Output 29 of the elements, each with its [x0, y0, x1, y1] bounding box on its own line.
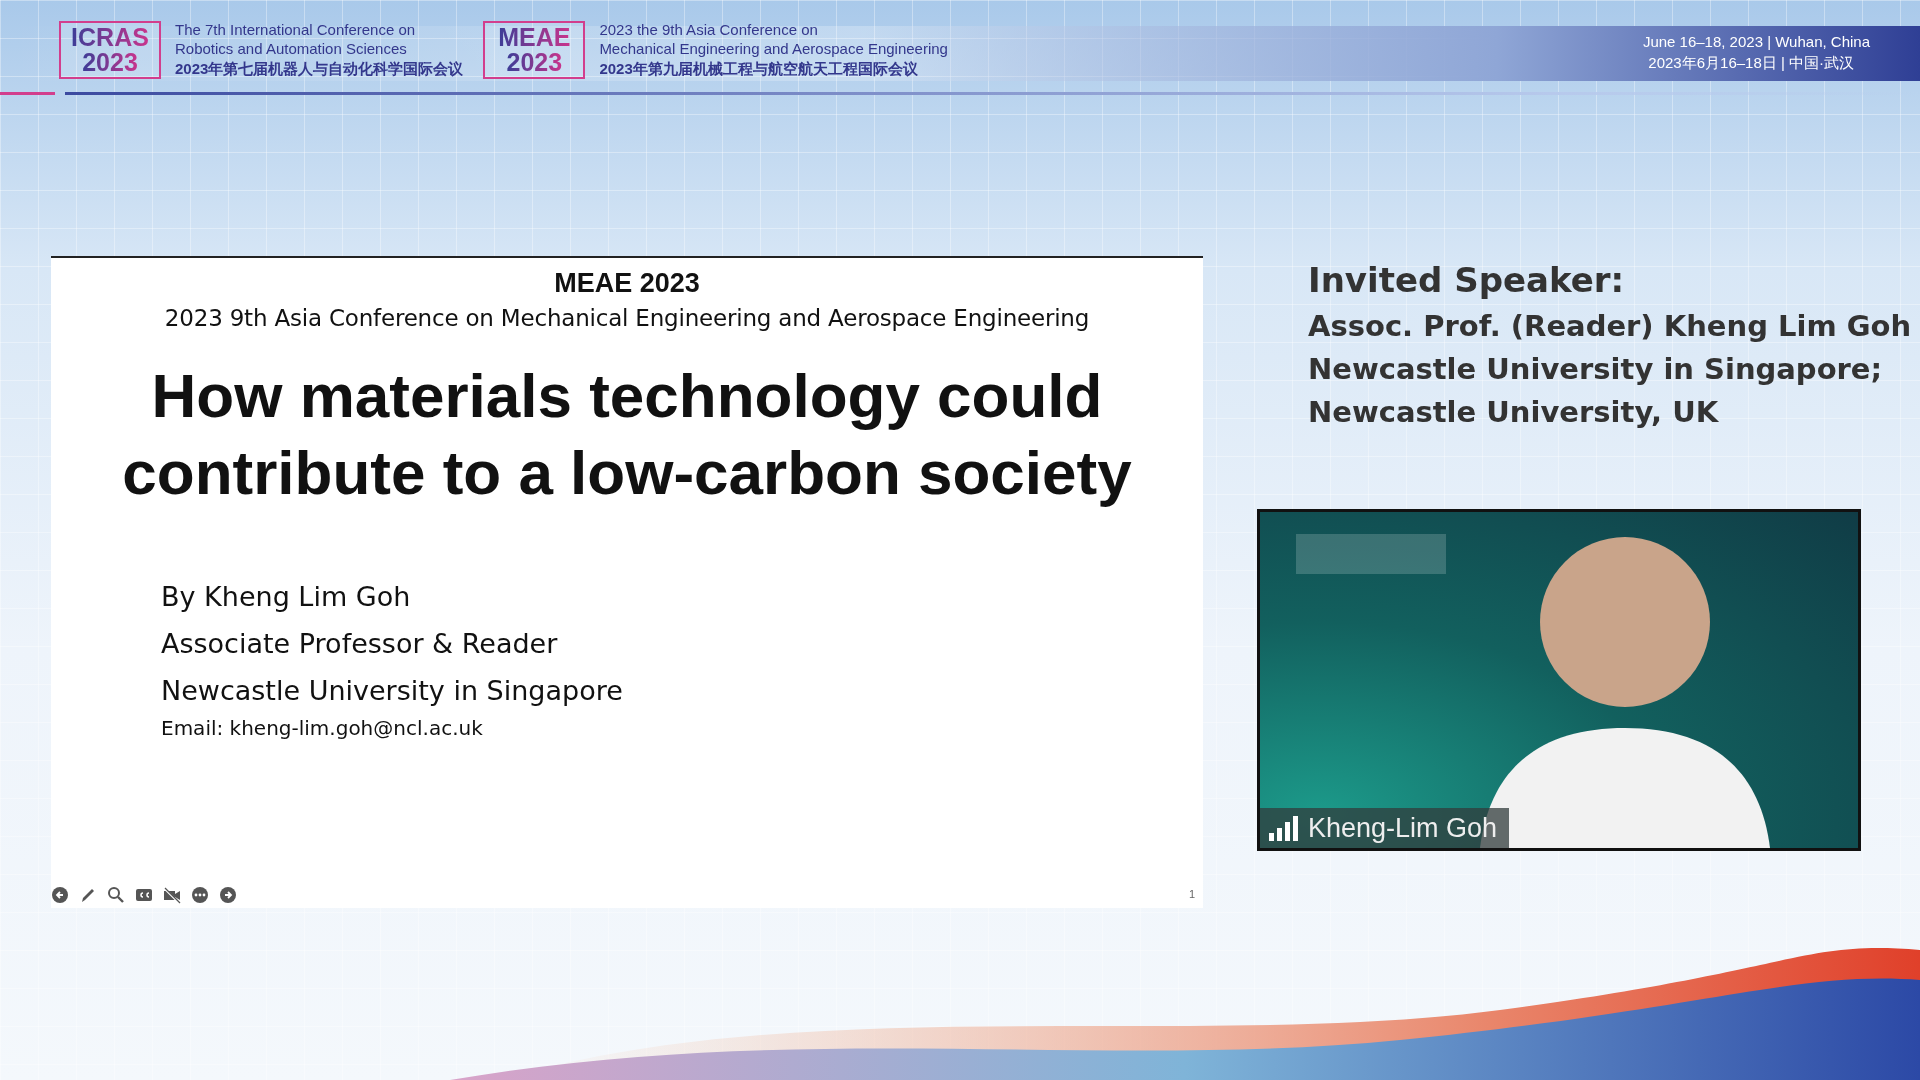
pen-icon[interactable]	[79, 886, 97, 904]
conference-title: Robotics and Automation Sciences	[175, 39, 408, 58]
slide-number: 1	[1188, 888, 1195, 900]
signal-icon	[1268, 815, 1300, 841]
conference-title: The 7th International Conference on	[175, 20, 417, 39]
author-email: Email: kheng-lim.goh@ncl.ac.uk	[161, 716, 484, 740]
speaker-detail: Newcastle University in Singapore;	[1308, 352, 1884, 386]
more-icon[interactable]	[191, 886, 209, 904]
date-location: 2023年6月16–18日 | 中国·武汉	[1648, 53, 1854, 73]
speaker-detail: Newcastle University, UK	[1308, 395, 1720, 429]
author-line: Associate Professor & Reader	[161, 628, 559, 659]
slide-conference-name: MEAE 2023	[554, 268, 700, 299]
author-line: By Kheng Lim Goh	[161, 581, 412, 612]
date-location: June 16–18, 2023 | Wuhan, China	[1642, 32, 1870, 52]
slide-title: How materials technology could contribute to a low-carbon society	[121, 360, 1133, 509]
slide-conference-subtitle: 2023 9th Asia Conference on Mechanical Engineering and Aerospace Engineering	[164, 305, 1090, 331]
conference-title: 2023 the 9th Asia Conference on	[599, 20, 819, 39]
speaker-heading: Invited Speaker:	[1308, 260, 1626, 300]
search-icon[interactable]	[107, 886, 125, 904]
speaker-detail: Assoc. Prof. (Reader) Kheng Lim Goh	[1308, 309, 1912, 343]
next-slide-icon[interactable]	[219, 886, 237, 904]
participant-name: Kheng-Lim Goh	[1308, 812, 1498, 844]
previous-slide-icon[interactable]	[51, 886, 69, 904]
captions-icon[interactable]	[135, 886, 153, 904]
conference-title-chinese: 2023年第七届机器人与自动化科学国际会议	[175, 59, 464, 79]
author-line: Newcastle University in Singapore	[161, 675, 623, 706]
video-off-icon[interactable]	[163, 886, 181, 904]
conference-title-chinese: 2023年第九届机械工程与航空航天工程国际会议	[599, 59, 919, 79]
conference-title: Mechanical Engineering and Aerospace Engineering	[599, 39, 948, 58]
